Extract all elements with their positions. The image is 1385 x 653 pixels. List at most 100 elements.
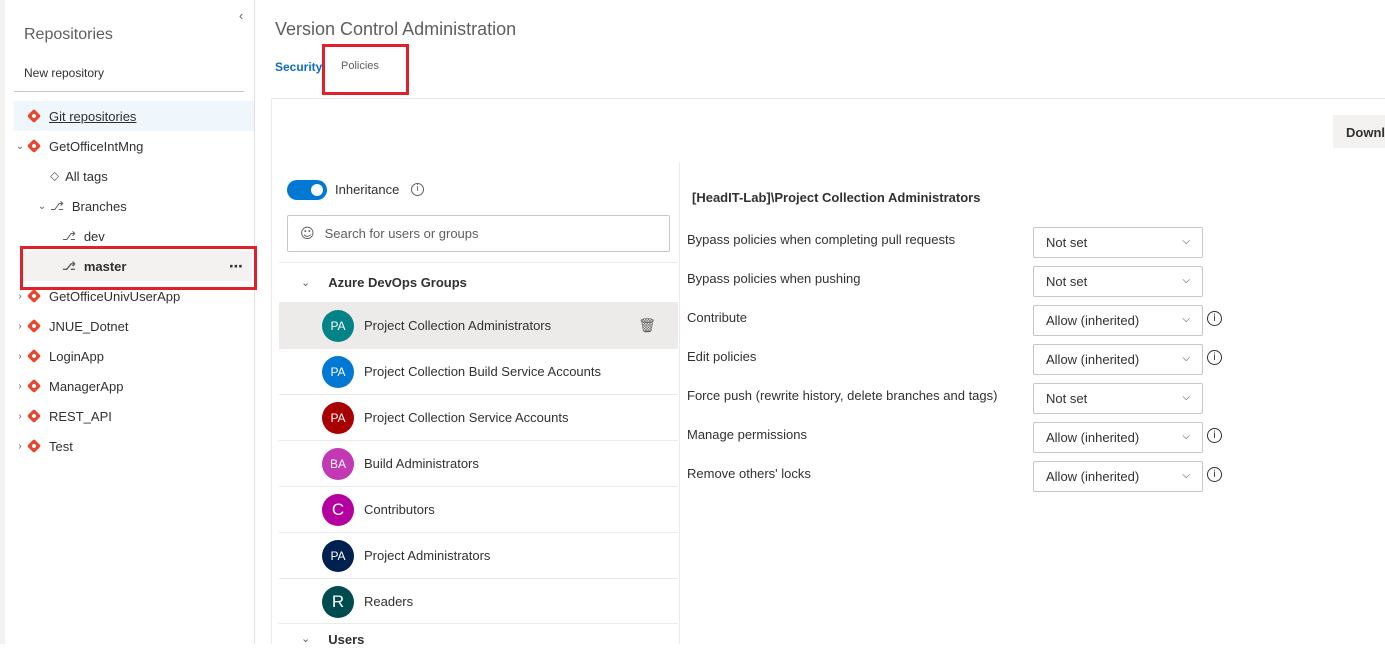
git-icon: [26, 378, 42, 394]
permission-value: Allow (inherited): [1046, 469, 1140, 484]
tree-item-label: Test: [49, 438, 73, 454]
info-icon[interactable]: i: [1207, 467, 1222, 482]
tree-item-label: Branches: [71, 198, 127, 214]
permission-value: Not set: [1046, 235, 1088, 250]
tree-item-label: GetOfficeIntMng: [49, 138, 144, 154]
git-icon: [26, 108, 42, 124]
permission-select[interactable]: Allow (inherited) ⌵: [1033, 344, 1203, 375]
group-row[interactable]: PA Project Collection Service Accounts: [279, 394, 678, 440]
permission-select[interactable]: Allow (inherited) ⌵: [1033, 461, 1203, 492]
selected-identity-title: [HeadIT-Lab]\Project Collection Administ…: [692, 190, 981, 205]
info-icon[interactable]: i: [411, 183, 424, 196]
chevron-down-icon: ⌵: [1182, 353, 1190, 364]
chevron-down-icon[interactable]: ⌄: [14, 141, 26, 152]
chevron-down-icon: ⌵: [1182, 314, 1190, 325]
permission-value: Not set: [1046, 391, 1088, 406]
group-row[interactable]: C Contributors: [279, 486, 678, 532]
search-input[interactable]: [322, 225, 643, 242]
branch-icon: ⎇: [50, 199, 64, 213]
tree-item-repo[interactable]: › GetOfficeUnivUserApp: [14, 281, 254, 311]
permission-select[interactable]: Not set ⌵: [1033, 266, 1203, 297]
tree-item-all-tags[interactable]: ⬦ All tags: [14, 161, 254, 191]
group-row[interactable]: PA Project Collection Build Service Acco…: [279, 348, 678, 394]
avatar: PA: [322, 401, 354, 434]
avatar: C: [322, 493, 354, 526]
group-name: Project Collection Administrators: [364, 318, 552, 333]
delete-icon[interactable]: 🗑: [638, 317, 656, 334]
download-button[interactable]: Downl: [1333, 115, 1385, 148]
permission-value: Allow (inherited): [1046, 352, 1140, 367]
git-icon: [26, 348, 42, 364]
info-icon[interactable]: i: [1207, 428, 1222, 443]
permission-label: Remove others' locks: [687, 466, 811, 481]
page-title: Version Control Administration: [275, 19, 517, 39]
group-row[interactable]: R Readers: [279, 578, 678, 624]
git-icon: [26, 408, 42, 424]
chevron-right-icon[interactable]: ›: [14, 411, 26, 422]
tree-item-repo[interactable]: › LoginApp: [14, 341, 254, 371]
chevron-right-icon[interactable]: ›: [14, 291, 26, 302]
group-header-label: Azure DevOps Groups: [328, 275, 467, 290]
sidebar-divider: [14, 91, 244, 92]
tree-item-repo[interactable]: ⌄ GetOfficeIntMng: [14, 131, 254, 161]
person-search-icon: ☺: [300, 225, 315, 242]
tree-item-repo[interactable]: › Test: [14, 431, 254, 461]
new-repository-link[interactable]: New repository: [24, 66, 104, 80]
tree-item-repo[interactable]: › REST_API: [14, 401, 254, 431]
chevron-down-icon: ⌵: [1182, 470, 1190, 481]
tab-security[interactable]: Security: [275, 60, 322, 74]
azure-devops-groups-header[interactable]: ⌄ Azure DevOps Groups: [279, 262, 678, 302]
git-icon: [26, 288, 42, 304]
git-icon: [26, 438, 42, 454]
chevron-down-icon: ⌵: [1182, 392, 1190, 403]
search-box: ☺: [287, 215, 670, 252]
tree-item-branches[interactable]: ⌄ ⎇ Branches: [14, 191, 254, 221]
tree-item-label: All tags: [65, 168, 108, 184]
chevron-down-icon[interactable]: ⌄: [301, 632, 310, 645]
tree-item-label: dev: [83, 228, 105, 244]
permission-label: Force push (rewrite history, delete bran…: [687, 388, 998, 403]
inheritance-toggle[interactable]: [287, 180, 327, 200]
tree-item-label: LoginApp: [49, 348, 104, 364]
tree-item-branch-master[interactable]: ⎇ master ⋯: [22, 251, 252, 281]
avatar: BA: [322, 447, 354, 480]
group-header-label: Users: [328, 632, 365, 647]
group-row[interactable]: BA Build Administrators: [279, 440, 678, 486]
tree-item-git-repositories[interactable]: Git repositories: [14, 101, 254, 131]
branch-icon: ⎇: [62, 229, 76, 243]
avatar: PA: [322, 309, 354, 342]
permission-select[interactable]: Not set ⌵: [1033, 227, 1203, 258]
group-row[interactable]: PA Project Administrators: [279, 532, 678, 578]
permission-label: Manage permissions: [687, 427, 807, 442]
chevron-down-icon[interactable]: ⌄: [301, 276, 310, 289]
permission-select[interactable]: Not set ⌵: [1033, 383, 1203, 414]
group-name: Project Administrators: [364, 548, 491, 563]
users-header[interactable]: ⌄ Users: [279, 623, 678, 653]
info-icon[interactable]: i: [1207, 350, 1222, 365]
chevron-right-icon[interactable]: ›: [14, 441, 26, 452]
more-options-icon[interactable]: ⋯: [229, 258, 244, 275]
tree-item-repo[interactable]: › ManagerApp: [14, 371, 254, 401]
chevron-right-icon[interactable]: ›: [14, 321, 26, 332]
permission-value: Allow (inherited): [1046, 430, 1140, 445]
group-row[interactable]: PA Project Collection Administrators 🗑: [279, 302, 678, 348]
chevron-down-icon: ⌵: [1182, 236, 1190, 247]
sidebar-edge: [0, 0, 5, 644]
tree-item-label: REST_API: [49, 408, 112, 424]
group-name: Project Collection Build Service Account…: [364, 364, 602, 379]
permission-select[interactable]: Allow (inherited) ⌵: [1033, 422, 1203, 453]
git-icon: [26, 138, 42, 154]
tab-policies[interactable]: Policies: [341, 60, 379, 72]
tree-item-repo[interactable]: › JNUE_Dotnet: [14, 311, 254, 341]
permission-label: Bypass policies when pushing: [687, 271, 861, 286]
chevron-down-icon[interactable]: ⌄: [36, 201, 48, 212]
chevron-right-icon[interactable]: ›: [14, 381, 26, 392]
avatar: PA: [322, 539, 354, 572]
permission-select[interactable]: Allow (inherited) ⌵: [1033, 305, 1203, 336]
collapse-sidebar-icon[interactable]: ‹: [239, 8, 243, 23]
info-icon[interactable]: i: [1207, 311, 1222, 326]
inheritance-label: Inheritance: [335, 182, 400, 197]
chevron-right-icon[interactable]: ›: [14, 351, 26, 362]
tree-item-branch-dev[interactable]: ⎇ dev: [14, 221, 254, 251]
group-name: Build Administrators: [364, 456, 479, 471]
